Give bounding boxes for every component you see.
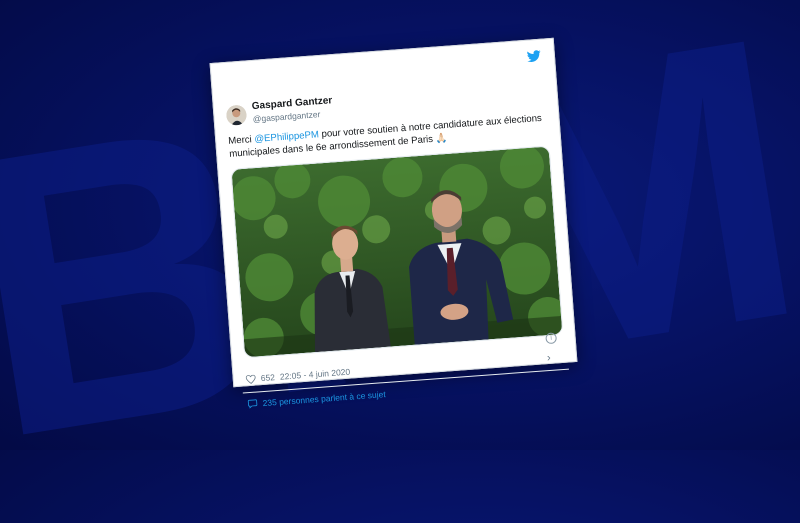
chevron-right-icon[interactable]: ›	[547, 352, 552, 364]
speech-bubble-icon	[247, 399, 258, 409]
avatar-portrait	[225, 104, 248, 126]
tweet-photo[interactable]	[230, 145, 564, 359]
twitter-bird-icon[interactable]	[527, 50, 542, 63]
author-handle[interactable]: @gaspardgantzer	[252, 109, 320, 124]
tweet-text-start: Merci	[227, 134, 255, 147]
like-count[interactable]: 652	[260, 372, 275, 383]
author-name[interactable]: Gaspard Gantzer	[251, 95, 332, 112]
heart-icon[interactable]	[245, 374, 256, 384]
photo-scene	[231, 145, 564, 358]
tweet-card[interactable]: Gaspard Gantzer @gaspardgantzer Merci @E…	[209, 37, 578, 409]
avatar[interactable]	[225, 104, 248, 126]
info-icon[interactable]: i	[545, 332, 558, 345]
